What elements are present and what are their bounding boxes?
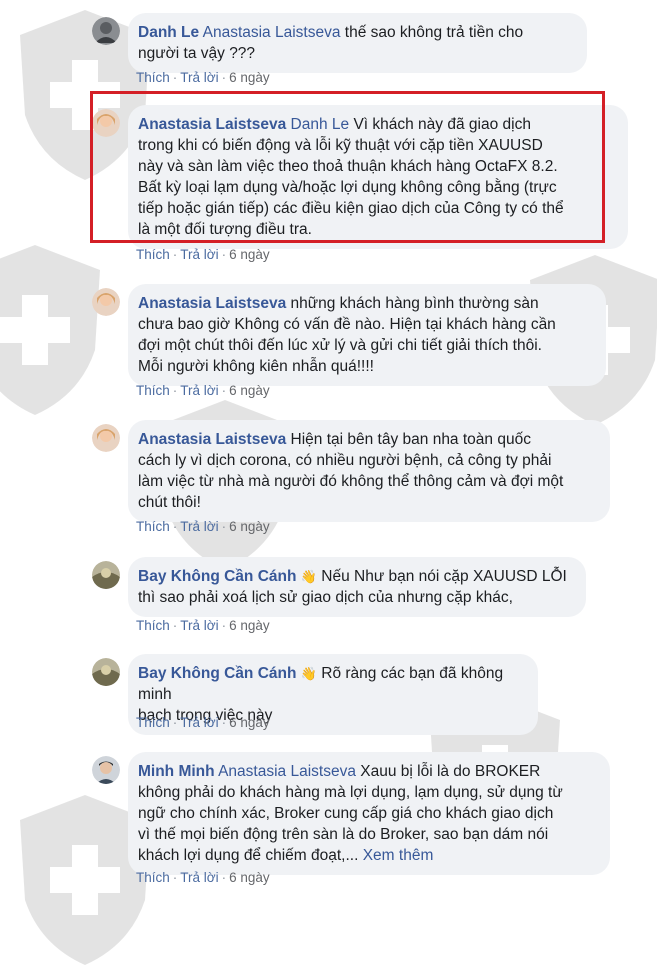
comment-author[interactable]: Anastasia Laistseva (138, 295, 286, 312)
comment-timestamp[interactable]: 6 ngày (229, 247, 270, 262)
comment-text: người ta vậy ??? (138, 45, 256, 62)
avatar[interactable] (92, 288, 120, 316)
comment-text: vì thế mọi biến động trên sàn là do Brok… (138, 826, 549, 843)
comment-text: những khách hàng bình thường sàn (290, 295, 539, 312)
comment-actions: Thích · Trả lời · 6 ngày (136, 618, 270, 633)
separator: · (172, 70, 178, 85)
comment-mention[interactable]: Anastasia Laistseva (218, 763, 356, 780)
reply-button[interactable]: Trả lời (180, 715, 218, 730)
comment-bubble: Anastasia Laistseva Hiện tại bên tây ban… (128, 420, 610, 522)
separator: · (221, 618, 227, 633)
reply-button[interactable]: Trả lời (180, 519, 218, 534)
avatar[interactable] (92, 658, 120, 686)
comment-author[interactable]: Minh Minh (138, 763, 215, 780)
separator: · (221, 247, 227, 262)
see-more-link[interactable]: Xem thêm (363, 847, 434, 864)
like-button[interactable]: Thích (136, 715, 170, 730)
comment-bubble: Minh Minh Anastasia Laistseva Xauu bị lỗ… (128, 752, 610, 875)
comment-text: làm việc từ nhà mà người đó không thể th… (138, 473, 564, 490)
comment-author[interactable]: Bay Không Cần Cánh (138, 568, 296, 585)
like-button[interactable]: Thích (136, 247, 170, 262)
comment-bubble: Bay Không Cần Cánh 👋 Nếu Như bạn nói cặp… (128, 557, 586, 617)
comment-timestamp[interactable]: 6 ngày (229, 618, 270, 633)
separator: · (172, 618, 178, 633)
like-button[interactable]: Thích (136, 519, 170, 534)
comment-actions: Thích · Trả lời · 6 ngày (136, 383, 270, 398)
comment-actions: Thích · Trả lời · 6 ngày (136, 247, 270, 262)
separator: · (172, 715, 178, 730)
avatar[interactable] (92, 424, 120, 452)
like-button[interactable]: Thích (136, 618, 170, 633)
comment-text: chưa bao giờ Không có vấn đề nào. Hiện t… (138, 316, 556, 333)
comment-timestamp[interactable]: 6 ngày (229, 383, 270, 398)
avatar[interactable] (92, 17, 120, 45)
comment-bubble: Anastasia Laistseva những khách hàng bìn… (128, 284, 606, 386)
wave-hand-icon: 👋 (300, 569, 317, 584)
comment-author[interactable]: Bay Không Cần Cánh (138, 665, 296, 682)
separator: · (172, 247, 178, 262)
comment-text: Nếu Như bạn nói cặp XAUUSD LỖI (321, 568, 567, 585)
avatar[interactable] (92, 756, 120, 784)
comment-text: thì sao phải xoá lịch sử giao dịch của n… (138, 589, 513, 606)
comment-timestamp[interactable]: 6 ngày (229, 70, 270, 85)
comment-actions: Thích · Trả lời · 6 ngày (136, 715, 270, 730)
wave-hand-icon: 👋 (300, 666, 317, 681)
comment-text: thế sao không trả tiền cho (344, 24, 524, 41)
comment-text: Xauu bị lỗi là do BROKER (360, 763, 541, 780)
separator: · (172, 519, 178, 534)
comment-text: không phải do khách hàng mà lợi dụng, lạ… (138, 784, 563, 801)
comment-text: đợi một chút thôi đến lúc xử lý và gửi c… (138, 337, 542, 354)
comment-text: cách ly vì dịch corona, có nhiều người b… (138, 452, 552, 469)
comment-author[interactable]: Danh Le (138, 24, 199, 41)
shield-watermark-icon (0, 245, 100, 415)
comment-bubble: Danh Le Anastasia Laistseva thế sao khôn… (128, 13, 587, 73)
comment-timestamp[interactable]: 6 ngày (229, 715, 270, 730)
separator: · (221, 70, 227, 85)
separator: · (221, 519, 227, 534)
comment-actions: Thích · Trả lời · 6 ngày (136, 519, 270, 534)
comment-text: Hiện tại bên tây ban nha toàn quốc (290, 431, 531, 448)
like-button[interactable]: Thích (136, 70, 170, 85)
highlight-box (90, 91, 605, 243)
separator: · (221, 715, 227, 730)
reply-button[interactable]: Trả lời (180, 70, 218, 85)
avatar[interactable] (92, 561, 120, 589)
comment-text: ngữ cho chính xác, Broker cung cấp giá c… (138, 805, 554, 822)
reply-button[interactable]: Trả lời (180, 618, 218, 633)
like-button[interactable]: Thích (136, 383, 170, 398)
reply-button[interactable]: Trả lời (180, 383, 218, 398)
comment-author[interactable]: Anastasia Laistseva (138, 431, 286, 448)
comment-text: khách lợi dụng để chiếm đoạt,... (138, 847, 359, 864)
reply-button[interactable]: Trả lời (180, 247, 218, 262)
separator: · (221, 383, 227, 398)
comment-text: chút thôi! (138, 494, 201, 511)
comment-timestamp[interactable]: 6 ngày (229, 519, 270, 534)
comment-mention[interactable]: Anastasia Laistseva (203, 24, 341, 41)
comment-text: Mỗi người không kiên nhẫn quá!!!! (138, 358, 374, 375)
comment-actions: Thích · Trả lời · 6 ngày (136, 70, 270, 85)
separator: · (172, 383, 178, 398)
